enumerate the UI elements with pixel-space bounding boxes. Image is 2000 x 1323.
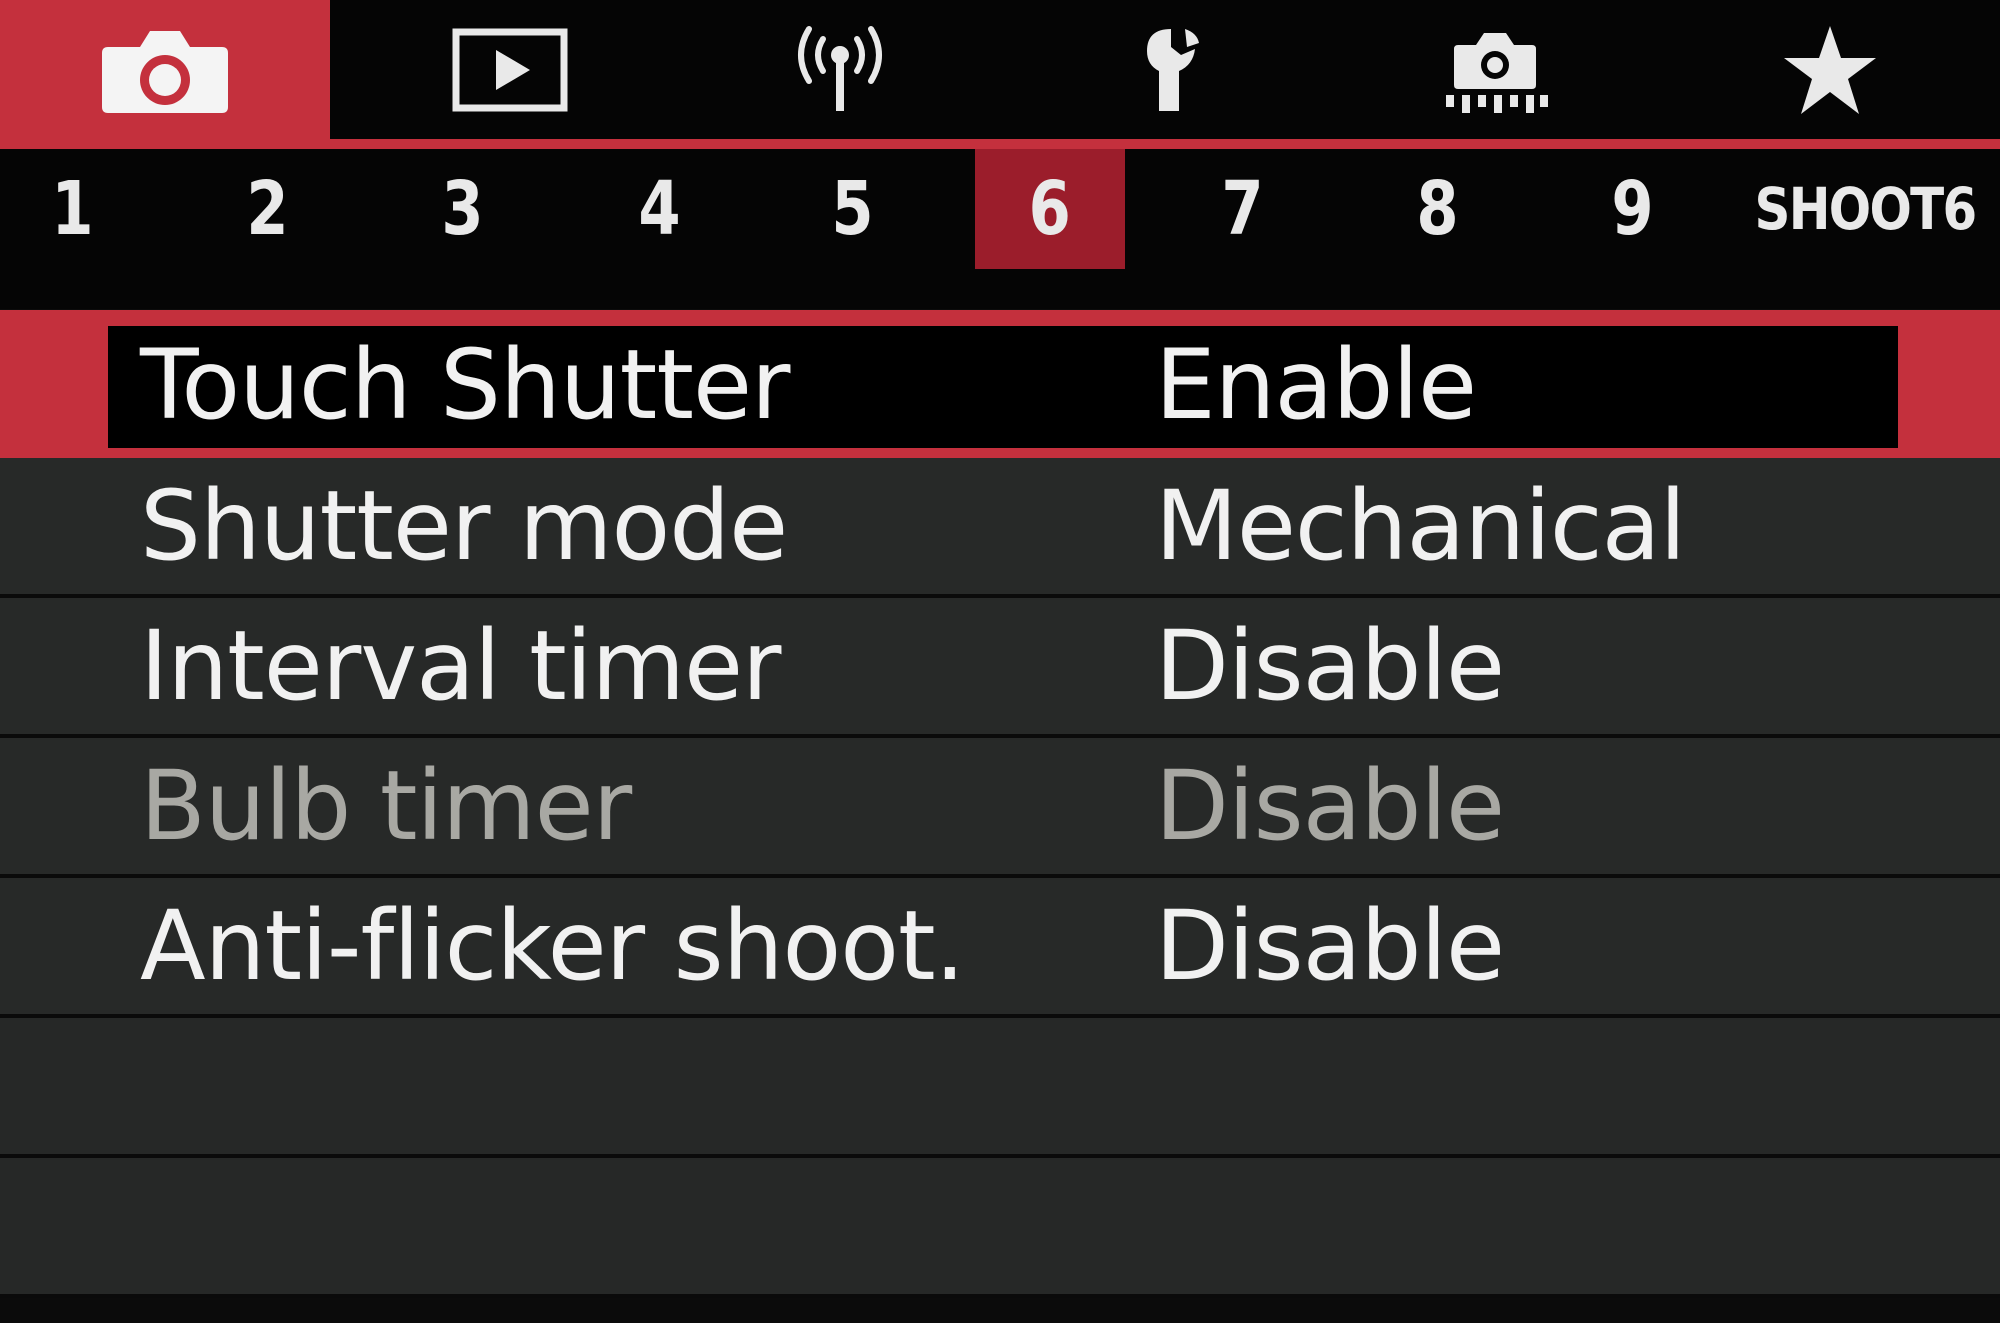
menu-item-interval-timer[interactable]: Interval timer Disable [0,598,2000,738]
star-icon [1784,26,1876,114]
camera-dots-icon [1446,33,1548,113]
empty-row [0,1018,2000,1158]
camera-menu-screen: 1 2 3 4 5 6 7 8 9 SHOOT6 Touch Shutter E… [0,0,2000,1323]
menu-item-anti-flicker[interactable]: Anti-flicker shoot. Disable [0,878,2000,1018]
menu-item-label: Interval timer [140,610,782,722]
menu-item-value: Enable [1155,329,1477,441]
tab-setup[interactable] [1005,0,1335,140]
menu-item-label: Touch Shutter [140,329,790,441]
menu-item-label: Shutter mode [140,470,788,582]
page-tab-6-label: 6 [1028,166,1072,252]
menu-item-label: Bulb timer [140,750,632,862]
tab-my-menu[interactable] [1665,0,1995,140]
page-tab-9[interactable]: 9 [1594,149,1672,269]
menu-item-touch-shutter[interactable]: Touch Shutter Enable [0,310,2000,458]
playback-icon [452,28,568,112]
tab-playback[interactable] [345,0,675,140]
wrench-icon [1147,29,1199,111]
tab-wireless[interactable] [675,0,1005,140]
menu-item-shutter-mode[interactable]: Shutter mode Mechanical [0,458,2000,598]
menu-item-value: Disable [1155,610,1505,722]
empty-row [0,1158,2000,1298]
menu-item-value: Disable [1155,890,1505,1002]
page-tab-3[interactable]: 3 [424,149,502,269]
page-tab-1[interactable]: 1 [34,149,112,269]
page-tab-bar: 1 2 3 4 5 6 7 8 9 SHOOT6 [0,149,2000,309]
tab-shooting[interactable] [0,0,330,140]
page-tab-2[interactable]: 2 [229,149,307,269]
menu-item-bulb-timer: Bulb timer Disable [0,738,2000,878]
menu-item-value: Mechanical [1155,470,1686,582]
category-tab-bar [0,0,2000,150]
page-tab-4[interactable]: 4 [621,149,699,269]
menu-list: Touch Shutter Enable Shutter mode Mechan… [0,310,2000,1298]
current-page-name: SHOOT6 [1754,175,1978,243]
tab-custom-functions[interactable] [1330,0,1660,140]
page-tab-7[interactable]: 7 [1204,149,1282,269]
menu-item-value: Disable [1155,750,1505,862]
page-tab-8[interactable]: 8 [1399,149,1477,269]
menu-item-label: Anti-flicker shoot. [140,890,965,1002]
page-tab-5[interactable]: 5 [814,149,892,269]
camera-icon [102,31,228,113]
wireless-icon [798,26,882,111]
page-tab-6[interactable]: 6 [975,149,1125,269]
